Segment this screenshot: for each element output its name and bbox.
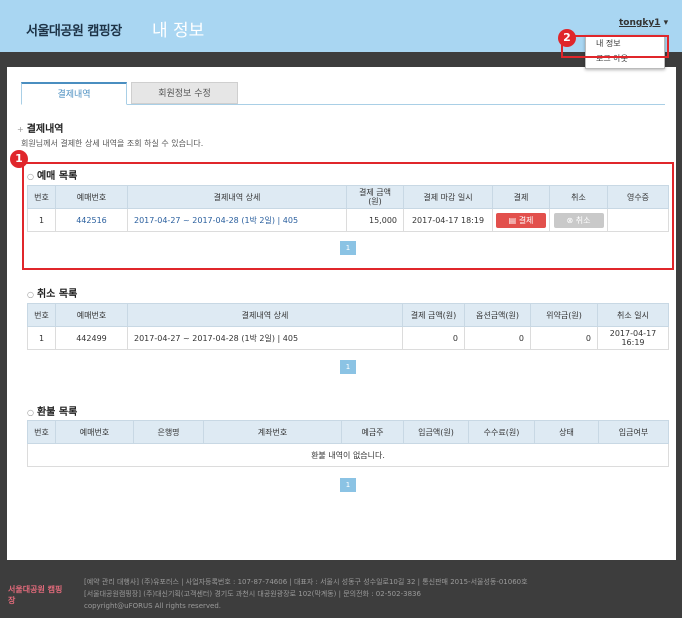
col-header: 예매번호 — [55, 303, 128, 327]
chevron-down-icon[interactable]: ▾ — [664, 18, 669, 28]
footer-logo: 서울대공원 캠핑장 — [8, 585, 63, 605]
table-row: 환불 내역이 없습니다. — [27, 443, 669, 467]
col-header: 결제 금액(원) — [402, 303, 465, 327]
col-header: 번호 — [27, 303, 56, 327]
cancel-date: 2017-04-17 16:19 — [597, 326, 669, 350]
payment-amount: 0 — [402, 326, 465, 350]
row-number: 1 — [27, 326, 56, 350]
empty-message: 환불 내역이 없습니다. — [27, 443, 669, 467]
col-header: 위약금(원) — [530, 303, 598, 327]
circle-bullet-icon: ○ — [27, 408, 34, 417]
site-logo[interactable]: 서울대공원 캠핑장 — [26, 20, 122, 39]
table-row: 1 442499 2017-04-27 ~ 2017-04-28 (1박 2일)… — [27, 326, 669, 350]
annotation-badge-2: 2 — [558, 29, 576, 47]
cancellation-page-1[interactable]: 1 — [340, 360, 356, 374]
annotation-box-1 — [22, 162, 674, 270]
tab-edit-member-info[interactable]: 회원정보 수정 — [131, 82, 238, 104]
col-header: 입금액(원) — [403, 420, 469, 444]
cancellation-table: 번호 예매번호 결제내역 상세 결제 금액(원) 옵션금액(원) 위약금(원) … — [27, 303, 669, 350]
footer: 서울대공원 캠핑장 [예약 관리 대행사] (주)유포러스 | 사업자등록번호 … — [0, 560, 682, 618]
username[interactable]: tongky1 — [619, 18, 660, 28]
table-header-row: 번호 예매번호 은행명 계좌번호 예금주 입금액(원) 수수료(원) 상태 입금… — [27, 420, 669, 444]
col-header: 은행명 — [133, 420, 204, 444]
col-header: 옵션금액(원) — [464, 303, 531, 327]
reservation-detail: 2017-04-27 ~ 2017-04-28 (1박 2일) | 405 — [127, 326, 403, 350]
section-title: + 결제내역 — [17, 124, 64, 135]
col-header: 입금여부 — [598, 420, 669, 444]
tab-bar: 결제내역 회원정보 수정 — [21, 82, 665, 105]
annotation-box-2 — [561, 35, 669, 58]
user-menu-toggle[interactable]: tongky1 ▾ — [619, 18, 668, 28]
plus-icon: + — [17, 125, 24, 134]
footer-company-line: [예약 관리 대행사] (주)유포러스 | 사업자등록번호 : 107-87-7… — [84, 578, 528, 586]
col-header: 취소 일시 — [597, 303, 669, 327]
table-header-row: 번호 예매번호 결제내역 상세 결제 금액(원) 옵션금액(원) 위약금(원) … — [27, 303, 669, 327]
footer-copyright: copyright@uFORUS All rights reserved. — [84, 602, 221, 610]
footer-info: [예약 관리 대행사] (주)유포러스 | 사업자등록번호 : 107-87-7… — [84, 576, 528, 612]
page-title: 내 정보 — [152, 21, 205, 41]
tab-payment-history[interactable]: 결제내역 — [21, 82, 127, 105]
option-amount: 0 — [464, 326, 531, 350]
cancellation-list-title: ○ 취소 목록 — [27, 289, 78, 300]
col-header: 결제내역 상세 — [127, 303, 403, 327]
refund-table: 번호 예매번호 은행명 계좌번호 예금주 입금액(원) 수수료(원) 상태 입금… — [27, 420, 669, 467]
col-header: 번호 — [27, 420, 56, 444]
penalty-amount: 0 — [530, 326, 598, 350]
refund-page-1[interactable]: 1 — [340, 478, 356, 492]
circle-bullet-icon: ○ — [27, 290, 34, 299]
col-header: 상태 — [534, 420, 599, 444]
refund-list-title: ○ 환불 목록 — [27, 407, 78, 418]
col-header: 수수료(원) — [468, 420, 535, 444]
col-header: 예금주 — [341, 420, 404, 444]
col-header: 예매번호 — [55, 420, 134, 444]
footer-contact-line: [서울대공원캠핑장] (주)대신기획(고객센터) 경기도 과천시 대공원광장로 … — [84, 590, 421, 598]
col-header: 계좌번호 — [203, 420, 342, 444]
reservation-id: 442499 — [55, 326, 128, 350]
main-content: 결제내역 회원정보 수정 + 결제내역 회원님께서 결제한 상세 내역을 조회 하… — [7, 67, 676, 560]
section-description: 회원님께서 결제한 상세 내역을 조회 하실 수 있습니다. — [21, 139, 204, 148]
annotation-badge-1: 1 — [10, 150, 28, 168]
